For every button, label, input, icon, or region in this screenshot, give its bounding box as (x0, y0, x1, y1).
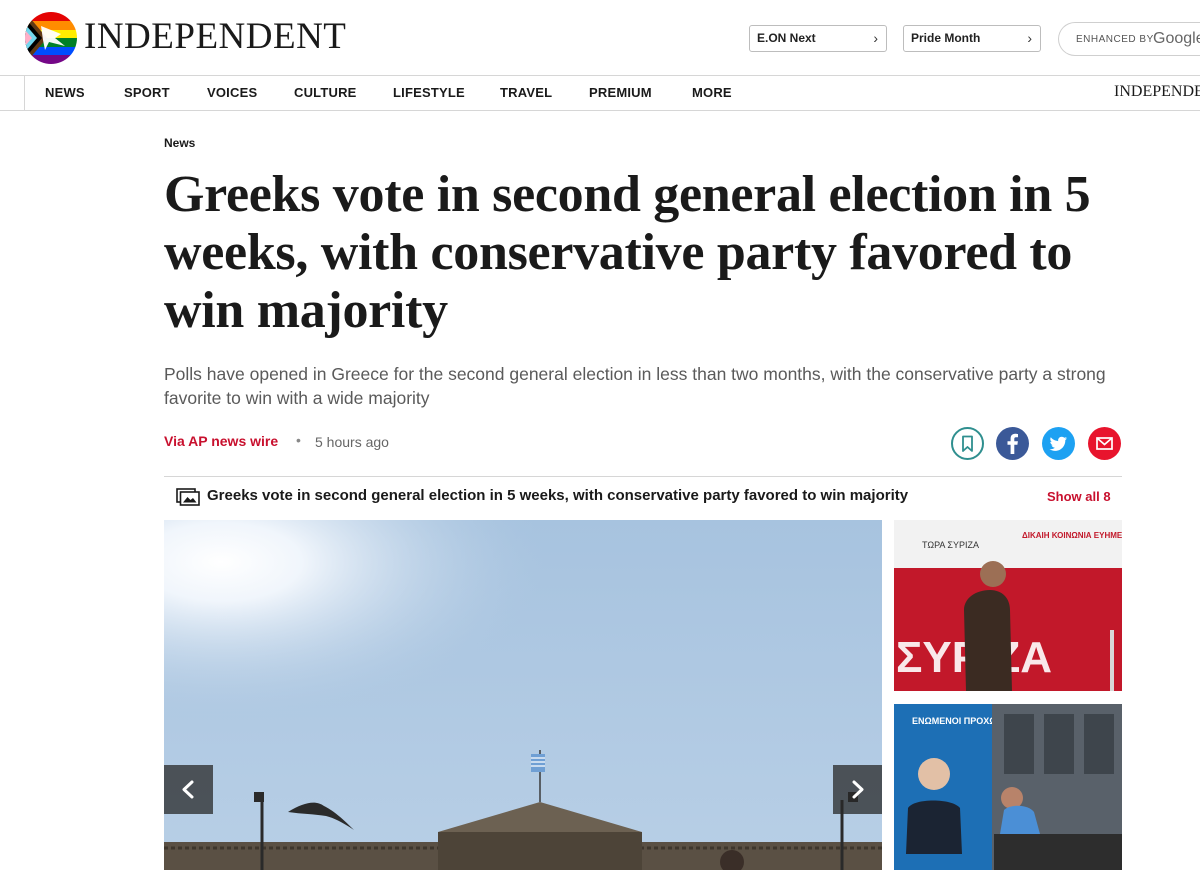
nav-item-premium[interactable]: PREMIUM (589, 85, 652, 100)
gallery-icon (176, 488, 200, 506)
google-wordmark: Google (1153, 30, 1200, 47)
article-timestamp: 5 hours ago (315, 434, 389, 450)
main-nav: NEWS SPORT VOICES CULTURE LIFESTYLE TRAV… (0, 75, 1200, 111)
sign-text-syriza: ΤΩΡΑ ΣΥΡΙΖΑ (922, 540, 979, 550)
site-header: INDEPENDENT E.ON Next › Pride Month › EN… (0, 0, 1200, 76)
nav-divider (24, 76, 25, 110)
twitter-icon[interactable] (1042, 427, 1075, 460)
promo-pill-label: Pride Month (911, 31, 981, 45)
chevron-right-icon: › (1027, 30, 1032, 46)
promo-pill-pride[interactable]: Pride Month › (903, 25, 1041, 52)
gallery-title[interactable]: Greeks vote in second general election i… (207, 487, 924, 504)
nav-item-voices[interactable]: VOICES (207, 85, 257, 100)
nav-item-lifestyle[interactable]: LIFESTYLE (393, 85, 465, 100)
nav-item-sport[interactable]: SPORT (124, 85, 170, 100)
gallery-thumbnail[interactable]: ΕΝΩΜΕΝΟΙ ΠΡΟΧΩΡΑΜΕ ΜΠΡΟΣΤΑ (894, 704, 1122, 870)
chevron-left-icon (182, 780, 194, 799)
section-label[interactable]: News (164, 136, 195, 150)
gallery-divider (164, 476, 1122, 477)
nav-item-travel[interactable]: TRAVEL (500, 85, 552, 100)
gallery-thumbnail[interactable]: ΤΩΡΑ ΣΥΡΙΖΑ ΔΙΚΑΙΗ ΚΟΙΝΩΝΙΑ ΕΥΗΜΕΡΙΑ ΓΙΑ… (894, 520, 1122, 691)
nav-item-more[interactable]: MORE (692, 85, 732, 100)
byline-separator: • (296, 432, 301, 448)
gallery-next-button[interactable] (833, 765, 882, 814)
search-enhanced-label: ENHANCED BY (1076, 34, 1154, 45)
nav-brand-wordmark[interactable]: INDEPENDENT (1114, 83, 1200, 101)
sign-text-slogan: ΔΙΚΑΙΗ ΚΟΙΝΩΝΙΑ ΕΥΗΜΕΡΙΑ ΓΙΑ ΟΛΟΥΣ (1022, 531, 1122, 540)
gallery-prev-button[interactable] (164, 765, 213, 814)
gallery-main-photo[interactable] (164, 520, 882, 870)
promo-pill-eon[interactable]: E.ON Next › (749, 25, 887, 52)
search-input[interactable]: ENHANCED BY Google (1058, 22, 1200, 56)
pride-eagle-logo-icon[interactable] (25, 12, 77, 64)
chevron-right-icon (852, 780, 864, 799)
article-standfirst: Polls have opened in Greece for the seco… (164, 364, 1106, 408)
show-all-link[interactable]: Show all 8 (1047, 489, 1111, 504)
bookmark-icon[interactable] (951, 427, 984, 460)
site-logo-wordmark[interactable]: INDEPENDENT (84, 17, 346, 57)
nav-item-news[interactable]: NEWS (45, 85, 85, 100)
nav-item-culture[interactable]: CULTURE (294, 85, 357, 100)
chevron-right-icon: › (873, 30, 878, 46)
facebook-icon[interactable] (996, 427, 1029, 460)
article-headline: Greeks vote in second general election i… (164, 166, 1091, 339)
email-icon[interactable] (1088, 427, 1121, 460)
promo-pill-label: E.ON Next (757, 31, 816, 45)
article-byline[interactable]: Via AP news wire (164, 433, 278, 449)
